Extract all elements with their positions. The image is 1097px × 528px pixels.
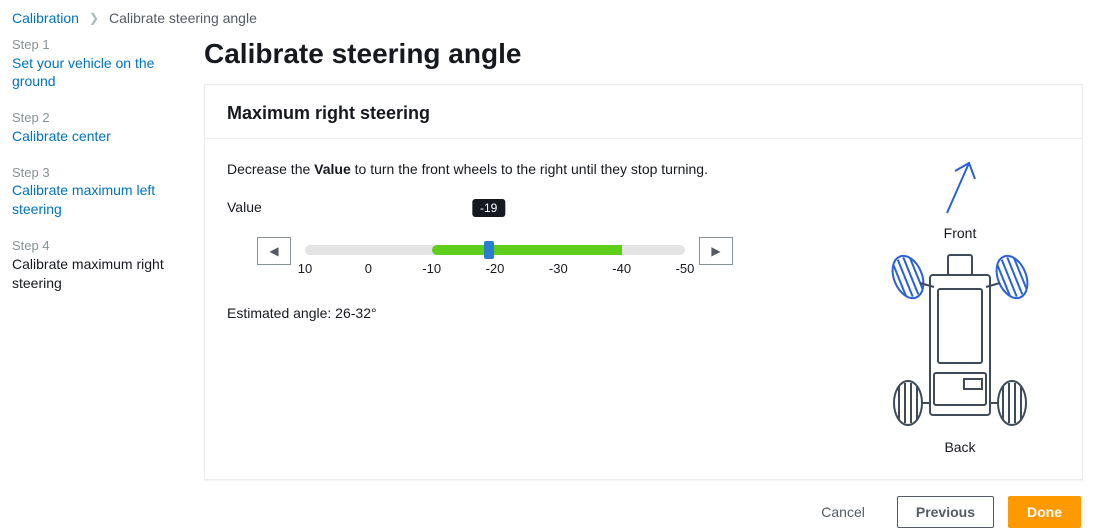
front-label: Front xyxy=(944,225,977,241)
text: Decrease the xyxy=(227,161,314,177)
slider-thumb[interactable] xyxy=(484,241,494,259)
slider-tick: -40 xyxy=(612,261,631,276)
page-title: Calibrate steering angle xyxy=(204,32,1083,84)
decrement-button[interactable]: ◀ xyxy=(257,237,291,265)
wizard-step-1[interactable]: Step 1 Set your vehicle on the ground xyxy=(12,36,178,91)
step-title: Calibrate center xyxy=(12,127,178,146)
estimated-angle-value: 26-32° xyxy=(335,305,376,321)
done-button[interactable]: Done xyxy=(1008,496,1081,528)
value-label: Value xyxy=(227,199,860,215)
slider-ticks: 100-10-20-30-40-50 xyxy=(305,261,685,279)
vehicle-icon xyxy=(880,245,1040,435)
text-bold: Value xyxy=(314,161,351,177)
step-label: Step 4 xyxy=(12,237,178,255)
cancel-button[interactable]: Cancel xyxy=(803,496,883,528)
wizard-footer: Cancel Previous Done xyxy=(204,480,1083,528)
increment-button[interactable]: ▶ xyxy=(699,237,733,265)
chevron-right-icon: ❯ xyxy=(89,11,99,25)
step-title: Calibrate maximum left steering xyxy=(12,181,178,219)
text: to turn the front wheels to the right un… xyxy=(351,161,708,177)
wizard-steps: Step 1 Set your vehicle on the ground St… xyxy=(0,32,190,526)
instruction-text: Decrease the Value to turn the front whe… xyxy=(227,161,860,177)
wizard-step-4: Step 4 Calibrate maximum right steering xyxy=(12,237,178,292)
step-label: Step 1 xyxy=(12,36,178,54)
wizard-step-2[interactable]: Step 2 Calibrate center xyxy=(12,109,178,145)
slider-tick: 0 xyxy=(365,261,372,276)
arrow-up-icon xyxy=(935,151,985,221)
value-slider: ◀ -19 100-10-20-30-40-50 ▶ xyxy=(257,223,860,279)
breadcrumb: Calibration ❯ Calibrate steering angle xyxy=(0,0,1097,32)
slider-tick: -30 xyxy=(549,261,568,276)
estimated-angle: Estimated angle: 26-32° xyxy=(227,305,860,321)
slider-tick: -50 xyxy=(676,261,695,276)
panel-title: Maximum right steering xyxy=(205,85,1082,139)
step-title: Calibrate maximum right steering xyxy=(12,255,178,293)
slider-fill xyxy=(432,245,622,255)
breadcrumb-current: Calibrate steering angle xyxy=(109,10,257,26)
step-label: Step 3 xyxy=(12,164,178,182)
triangle-left-icon: ◀ xyxy=(269,244,278,258)
breadcrumb-root[interactable]: Calibration xyxy=(12,10,79,26)
slider-tooltip: -19 xyxy=(472,199,505,217)
previous-button[interactable]: Previous xyxy=(897,496,994,528)
step-title: Set your vehicle on the ground xyxy=(12,54,178,92)
calibration-panel: Maximum right steering Decrease the Valu… xyxy=(204,84,1083,480)
back-label: Back xyxy=(944,439,975,455)
text: Estimated angle: xyxy=(227,305,335,321)
vehicle-diagram: Front xyxy=(860,151,1060,459)
slider-tick: 10 xyxy=(298,261,312,276)
slider-track[interactable] xyxy=(305,245,685,255)
wizard-step-3[interactable]: Step 3 Calibrate maximum left steering xyxy=(12,164,178,219)
slider-track-wrap: -19 100-10-20-30-40-50 xyxy=(305,223,685,279)
slider-tick: -20 xyxy=(486,261,505,276)
triangle-right-icon: ▶ xyxy=(711,244,720,258)
step-label: Step 2 xyxy=(12,109,178,127)
slider-tick: -10 xyxy=(422,261,441,276)
